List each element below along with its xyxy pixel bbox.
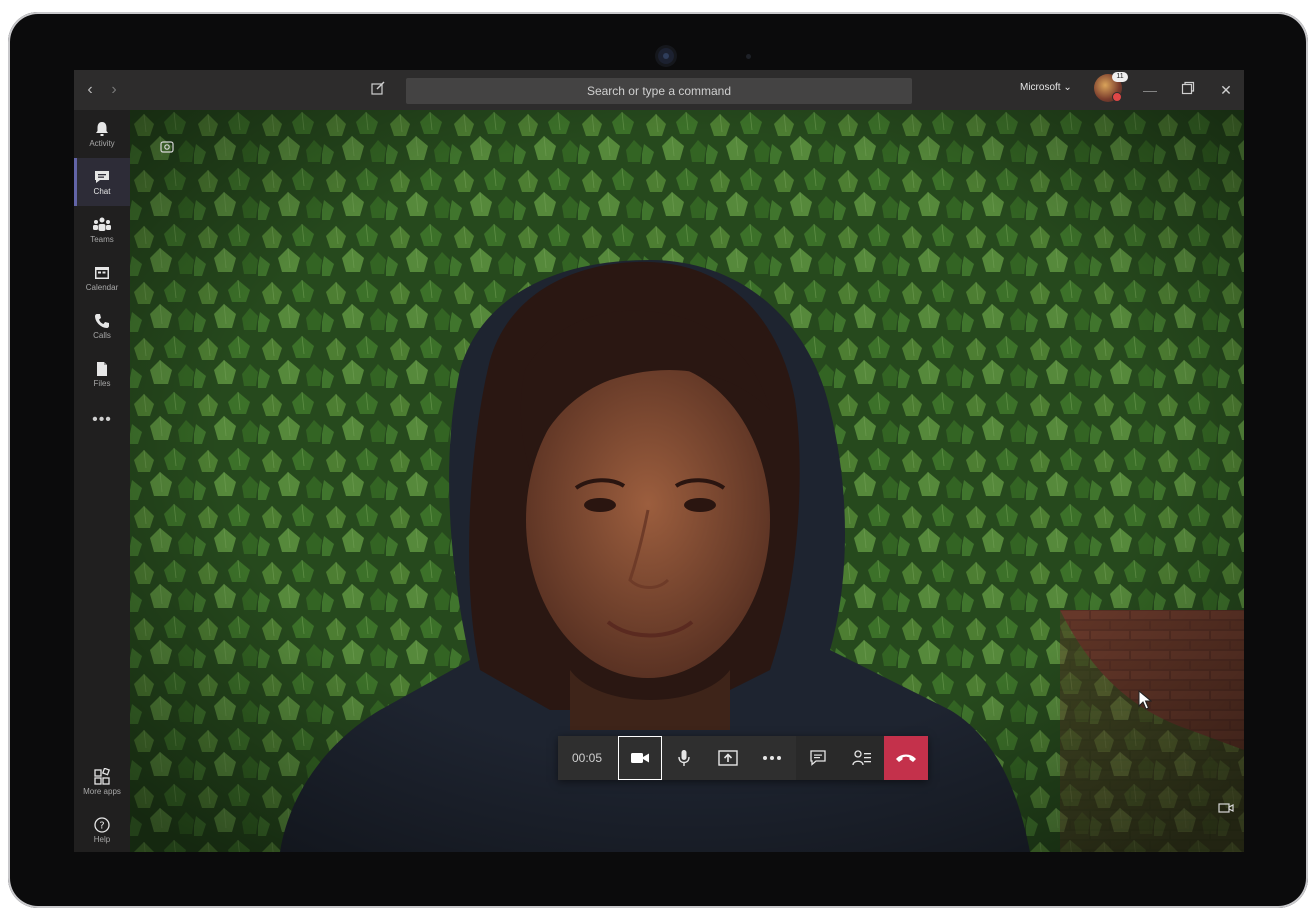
share-screen-button[interactable] — [706, 736, 750, 780]
mouse-cursor — [1138, 689, 1153, 715]
new-chat-button[interactable] — [370, 80, 390, 100]
rail-item-teams[interactable]: Teams — [74, 206, 130, 254]
title-bar: ‹ › Search or type a command Microsoft ⌄… — [74, 70, 1244, 110]
blur-background-button[interactable] — [158, 138, 176, 161]
share-screen-icon — [718, 750, 738, 766]
svg-text:?: ? — [99, 821, 104, 832]
camera-icon — [631, 753, 649, 763]
teams-icon — [93, 217, 111, 231]
rail-item-calls[interactable]: Calls — [74, 302, 130, 350]
show-participants-button[interactable] — [840, 736, 884, 780]
self-view-button[interactable] — [1218, 800, 1234, 821]
microphone-toggle-button[interactable] — [662, 736, 706, 780]
ambient-sensor — [746, 54, 751, 59]
rail-label: Activity — [89, 139, 115, 148]
profile-avatar[interactable]: 11 — [1094, 72, 1128, 102]
org-switcher[interactable]: Microsoft ⌄ — [1020, 82, 1072, 93]
hang-up-icon — [896, 754, 916, 762]
call-timer: 00:05 — [571, 751, 603, 765]
rail-label: Chat — [93, 187, 111, 196]
background-effects-icon — [160, 141, 174, 153]
close-button[interactable]: ✕ — [1216, 80, 1236, 100]
chat-icon — [810, 750, 826, 766]
microphone-icon — [678, 750, 690, 766]
close-icon: ✕ — [1220, 82, 1232, 98]
forward-button[interactable]: › — [104, 80, 124, 100]
cursor-icon — [1138, 689, 1153, 710]
org-label: Microsoft — [1020, 82, 1061, 93]
minimize-button[interactable]: — — [1140, 80, 1160, 100]
phone-icon — [95, 314, 109, 328]
more-apps-ellipsis[interactable]: ••• — [74, 408, 130, 432]
camera-toggle-button[interactable] — [618, 736, 662, 780]
back-button[interactable]: ‹ — [80, 80, 100, 100]
rail-label: Teams — [90, 235, 114, 244]
more-icon — [763, 756, 781, 760]
rail-label: More apps — [83, 787, 121, 796]
rail-item-help[interactable]: ? Help — [74, 806, 130, 852]
rail-item-files[interactable]: Files — [74, 350, 130, 398]
notification-badge: 11 — [1112, 72, 1128, 82]
app-rail: Activity Chat Teams Calendar Calls Files… — [74, 110, 130, 852]
camera-switch-icon — [1218, 803, 1234, 813]
hang-up-button[interactable] — [884, 736, 928, 780]
bell-icon — [96, 122, 108, 136]
calendar-icon — [95, 267, 109, 279]
call-controls-bar: 00:05 — [558, 736, 928, 780]
restore-icon — [1181, 81, 1195, 95]
video-stage: 00:05 — [130, 110, 1244, 852]
search-input[interactable]: Search or type a command — [406, 78, 912, 104]
rail-label: Calendar — [85, 283, 119, 292]
rail-item-chat[interactable]: Chat — [74, 158, 130, 206]
chevron-left-icon: ‹ — [87, 81, 93, 98]
participants-icon — [852, 750, 871, 766]
rail-item-more-apps[interactable]: More apps — [74, 758, 130, 806]
rail-label: Calls — [93, 331, 111, 340]
rail-item-activity[interactable]: Activity — [74, 110, 130, 158]
front-camera — [658, 48, 674, 64]
minimize-icon: — — [1143, 82, 1157, 98]
help-icon: ? — [94, 817, 110, 833]
presence-indicator — [1112, 92, 1122, 102]
rail-item-calendar[interactable]: Calendar — [74, 254, 130, 302]
compose-icon — [371, 81, 385, 95]
chat-icon — [95, 171, 109, 183]
teams-window: ‹ › Search or type a command Microsoft ⌄… — [74, 70, 1244, 852]
chevron-down-icon: ⌄ — [1063, 82, 1072, 93]
rail-label: Help — [93, 835, 111, 844]
more-actions-button[interactable] — [750, 736, 794, 780]
rail-label: Files — [93, 379, 111, 388]
file-icon — [97, 362, 107, 376]
maximize-button[interactable] — [1178, 80, 1198, 100]
show-conversation-button[interactable] — [796, 736, 840, 780]
apps-icon — [94, 768, 111, 785]
more-icon: ••• — [92, 411, 112, 428]
chevron-right-icon: › — [111, 81, 117, 98]
